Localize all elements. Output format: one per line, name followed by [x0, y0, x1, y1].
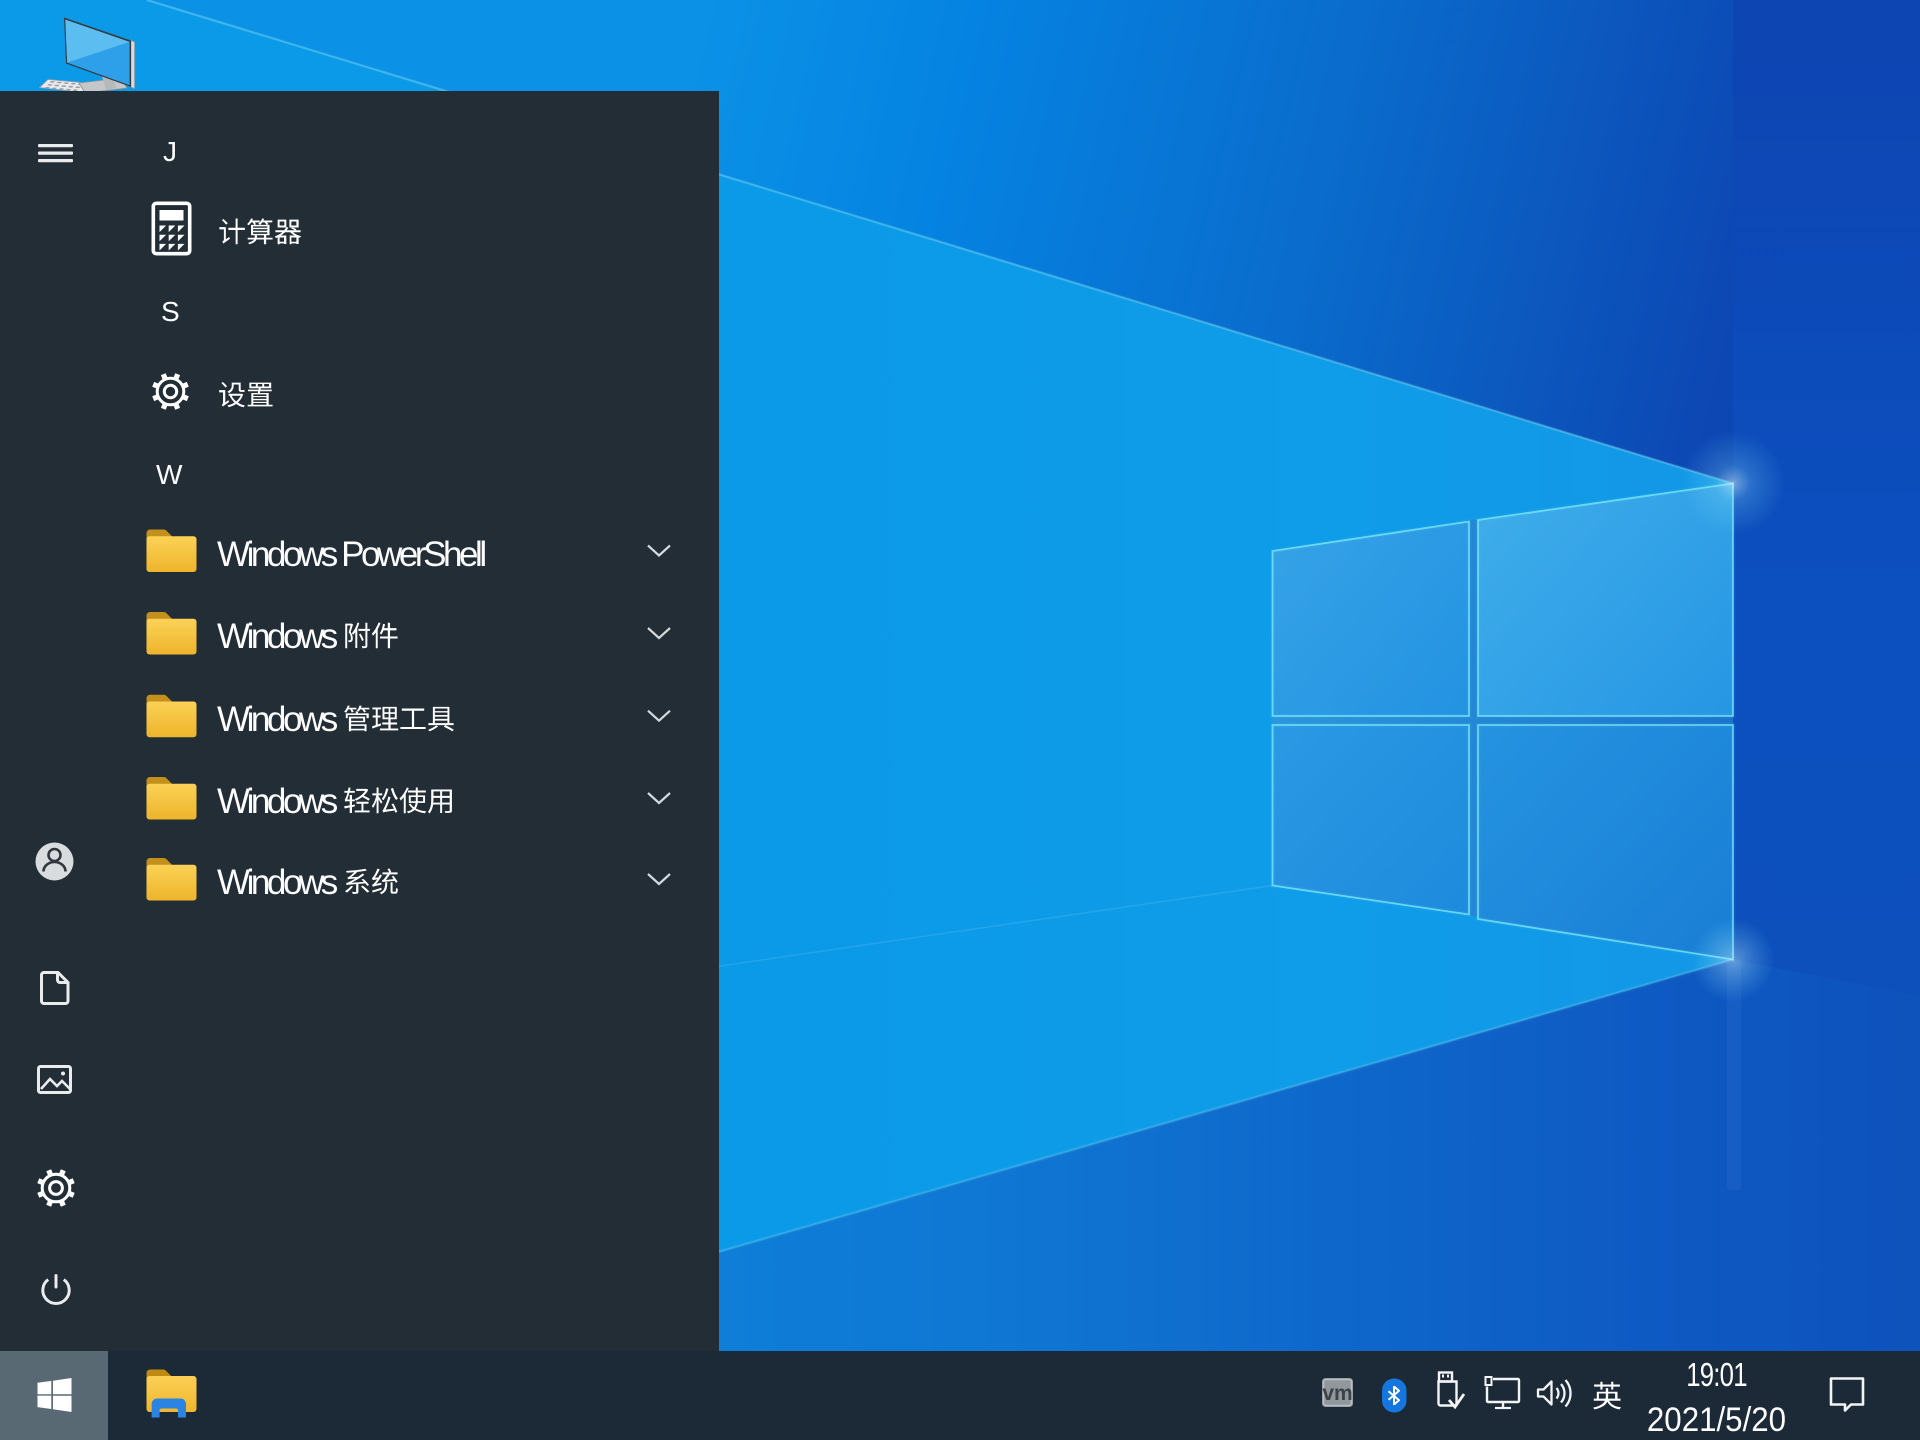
svg-text:vm: vm — [1322, 1382, 1352, 1405]
